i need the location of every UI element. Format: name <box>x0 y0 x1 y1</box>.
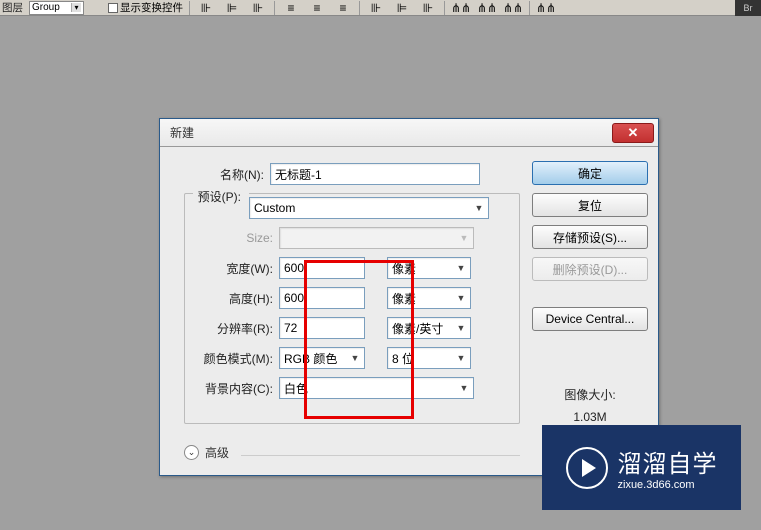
height-unit-dropdown[interactable]: 像素 ▼ <box>387 287 471 309</box>
bgcontent-label: 背景内容(C): <box>193 380 273 397</box>
play-icon <box>566 447 608 489</box>
device-central-button[interactable]: Device Central... <box>532 307 648 331</box>
chevron-down-icon: ▼ <box>459 383 469 393</box>
toolbar: 图层 Group ▾ 显示变换控件 ⊪ ⊫ ⊪ ≡ ≡ ≡ ⊪ ⊫ ⊪ ⋔⋔ ⋔… <box>0 0 761 16</box>
watermark: 溜溜自学 zixue.3d66.com <box>542 425 741 510</box>
bridge-icon[interactable]: Br <box>735 0 761 16</box>
size-dropdown: ▼ <box>279 227 474 249</box>
layer-dropdown-value: Group <box>32 2 60 13</box>
preset-group: 预设(P): Custom ▼ Size: ▼ <box>184 193 520 424</box>
distribute-icon-5[interactable]: ⋔⋔ <box>477 1 497 15</box>
show-transform-checkbox[interactable]: 显示变换控件 <box>108 0 183 15</box>
dialog-titlebar: 新建 ✕ <box>160 119 658 147</box>
align-icon-3[interactable]: ⊪ <box>248 1 268 15</box>
resolution-label: 分辨率(R): <box>193 320 273 337</box>
watermark-sub: zixue.3d66.com <box>618 479 718 491</box>
width-unit-dropdown[interactable]: 像素 ▼ <box>387 257 471 279</box>
height-unit: 像素 <box>392 290 416 307</box>
delete-preset-button: 删除预设(D)... <box>532 257 648 281</box>
layer-dropdown[interactable]: Group ▾ <box>29 1 84 15</box>
ok-button[interactable]: 确定 <box>532 161 648 185</box>
toolbar-layer-label: 图层 <box>2 0 23 15</box>
distribute-icon-4[interactable]: ⋔⋔ <box>451 1 471 15</box>
align-icon-2[interactable]: ⊫ <box>222 1 242 15</box>
reset-button[interactable]: 复位 <box>532 193 648 217</box>
image-size-label: 图像大小: <box>532 385 648 407</box>
width-unit: 像素 <box>392 260 416 277</box>
colormode-value: RGB 颜色 <box>284 350 337 367</box>
name-input[interactable] <box>270 163 480 185</box>
separator <box>274 1 275 15</box>
checkbox-icon <box>108 3 118 13</box>
height-label: 高度(H): <box>193 290 273 307</box>
chevron-down-icon: ▼ <box>456 293 466 303</box>
chevron-down-icon: ▼ <box>456 263 466 273</box>
colormode-label: 颜色模式(M): <box>193 350 273 367</box>
distribute-icon-2[interactable]: ⊫ <box>392 1 412 15</box>
advanced-label: 高级 <box>205 444 229 461</box>
distribute-icon-6[interactable]: ⋔⋔ <box>503 1 523 15</box>
separator <box>444 1 445 15</box>
watermark-main: 溜溜自学 <box>618 444 718 479</box>
name-label: 名称(N): <box>184 166 264 183</box>
resolution-input[interactable] <box>279 317 365 339</box>
dialog-title: 新建 <box>170 124 194 141</box>
image-size-block: 图像大小: 1.03M <box>532 385 648 428</box>
close-icon: ✕ <box>628 125 639 141</box>
resolution-unit: 像素/英寸 <box>392 320 443 337</box>
preset-dropdown[interactable]: Custom ▼ <box>249 197 489 219</box>
chevron-down-icon: ▼ <box>456 353 466 363</box>
checkbox-label: 显示变换控件 <box>120 0 183 15</box>
height-input[interactable] <box>279 287 365 309</box>
width-input[interactable] <box>279 257 365 279</box>
width-label: 宽度(W): <box>193 260 273 277</box>
colormode-dropdown[interactable]: RGB 颜色 ▼ <box>279 347 365 369</box>
chevron-down-icon: ▾ <box>71 3 81 12</box>
size-label: Size: <box>193 231 273 245</box>
resolution-unit-dropdown[interactable]: 像素/英寸 ▼ <box>387 317 471 339</box>
preset-label: 预设(P): <box>195 188 241 205</box>
chevron-down-icon: ▼ <box>474 203 484 213</box>
distribute-icon-1[interactable]: ⊪ <box>366 1 386 15</box>
align-icon-1[interactable]: ⊪ <box>196 1 216 15</box>
separator <box>359 1 360 15</box>
separator <box>529 1 530 15</box>
new-document-dialog: 新建 ✕ 名称(N): 预设(P): Custom <box>159 118 659 476</box>
bgcontent-value: 白色 <box>284 380 308 397</box>
distribute-icon-3[interactable]: ⊪ <box>418 1 438 15</box>
bitdepth-dropdown[interactable]: 8 位 ▼ <box>387 347 471 369</box>
chevron-down-icon: ▼ <box>350 353 360 363</box>
advanced-toggle[interactable]: ⌄ 高级 <box>184 444 520 461</box>
save-preset-button[interactable]: 存储预设(S)... <box>532 225 648 249</box>
chevron-down-icon: ▼ <box>456 323 466 333</box>
close-button[interactable]: ✕ <box>612 123 654 143</box>
bgcontent-dropdown[interactable]: 白色 ▼ <box>279 377 474 399</box>
expand-icon: ⌄ <box>184 445 199 460</box>
align-icon-4[interactable]: ≡ <box>281 1 301 15</box>
align-icon-6[interactable]: ≡ <box>333 1 353 15</box>
chevron-down-icon: ▼ <box>459 233 469 243</box>
separator <box>189 1 190 15</box>
bitdepth-value: 8 位 <box>392 350 414 367</box>
align-icon-5[interactable]: ≡ <box>307 1 327 15</box>
extra-icon[interactable]: ⋔⋔ <box>536 1 556 15</box>
preset-value: Custom <box>254 201 295 215</box>
